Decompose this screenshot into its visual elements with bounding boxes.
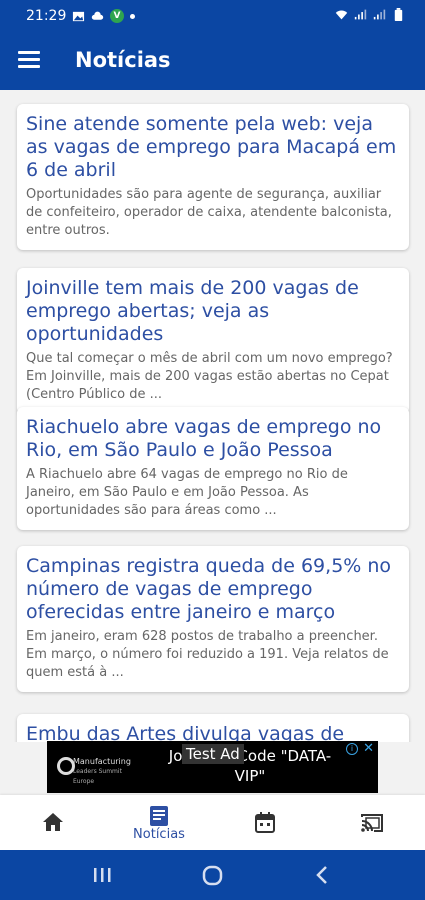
vpn-icon: V — [110, 9, 124, 23]
news-card[interactable]: Sine atende somente pela web: veja as va… — [17, 104, 409, 250]
nav-label-noticias: Notícias — [133, 827, 185, 842]
signal-icon — [354, 9, 367, 20]
news-feed[interactable]: Sine atende somente pela web: veja as va… — [0, 90, 425, 742]
nav-item-cast[interactable] — [318, 795, 424, 850]
news-card-title: Campinas registra queda de 69,5% no núme… — [26, 555, 392, 623]
signal-secondary-icon — [373, 9, 386, 20]
app-bar: Notícias — [0, 32, 425, 90]
news-card[interactable]: Campinas registra queda de 69,5% no núme… — [17, 546, 409, 692]
news-icon — [150, 806, 168, 826]
ad-label: Test Ad — [182, 744, 244, 764]
gear-icon — [57, 757, 75, 775]
notification-dot-icon — [130, 13, 135, 19]
news-card-title: Riachuelo abre vagas de emprego no Rio, … — [26, 416, 382, 461]
status-bar: 21:29 V — [0, 0, 425, 32]
cast-icon — [361, 814, 383, 832]
back-icon[interactable] — [314, 864, 330, 886]
ad-choices-icon[interactable]: i — [346, 743, 358, 755]
recent-apps-icon[interactable] — [92, 864, 112, 886]
news-card-summary: Que tal começar o mês de abril com um no… — [26, 351, 393, 402]
page-title: Notícias — [75, 48, 171, 72]
menu-button[interactable] — [16, 48, 42, 72]
nav-item-calendar[interactable] — [212, 795, 318, 850]
battery-icon — [394, 8, 403, 21]
news-card[interactable]: Joinville tem mais de 200 vagas de empre… — [17, 268, 409, 414]
nav-item-noticias[interactable]: Notícias — [106, 795, 212, 850]
ad-banner[interactable]: Manufacturing Leaders Summit Europe Join… — [47, 741, 378, 793]
bottom-navigation: Notícias — [0, 795, 425, 850]
news-card-title: Embu das Artes divulga vagas de — [26, 723, 345, 742]
wifi-icon — [335, 10, 348, 20]
news-card-summary: Oportunidades são para agente de seguran… — [26, 187, 392, 238]
gallery-icon — [72, 11, 85, 21]
news-card[interactable]: Riachuelo abre vagas de emprego no Rio, … — [17, 407, 409, 530]
calendar-icon — [255, 812, 275, 833]
menu-icon — [18, 51, 40, 54]
system-navigation-bar — [0, 850, 425, 900]
cloud-icon — [91, 11, 104, 20]
news-card-summary: Em janeiro, eram 628 postos de trabalho … — [26, 629, 389, 680]
news-card-title: Sine atende somente pela web: veja as va… — [26, 113, 397, 181]
home-system-icon[interactable] — [202, 864, 224, 886]
news-card-summary: A Riachuelo abre 64 vagas de emprego no … — [26, 467, 348, 518]
news-card[interactable]: Embu das Artes divulga vagas de — [17, 714, 409, 742]
ad-logo: Manufacturing Leaders Summit Europe — [51, 747, 143, 787]
nav-item-home[interactable] — [0, 795, 106, 850]
status-time: 21:29 — [26, 8, 67, 24]
home-icon — [43, 813, 63, 831]
news-card-title: Joinville tem mais de 200 vagas de empre… — [26, 277, 359, 345]
ad-close-icon[interactable]: ✕ — [363, 741, 374, 756]
